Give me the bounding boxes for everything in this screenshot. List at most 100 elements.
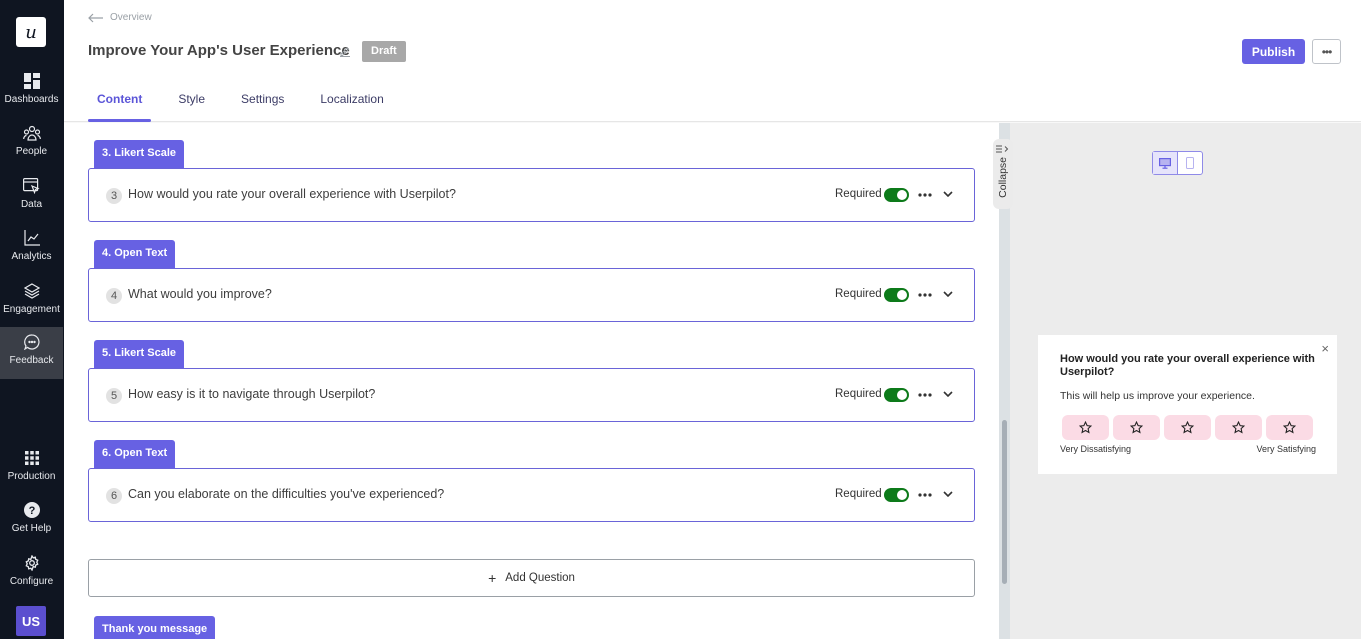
sidebar-item-label: Get Help bbox=[11, 523, 52, 534]
star-rating bbox=[1062, 415, 1317, 440]
required-toggle[interactable] bbox=[884, 288, 909, 302]
content-editor: 3. Likert Scale 3 How would you rate you… bbox=[64, 123, 999, 639]
question-number: 5 bbox=[106, 388, 122, 404]
scrollbar-thumb[interactable] bbox=[1002, 420, 1007, 584]
sidebar-item-label: People bbox=[15, 146, 48, 157]
collapse-preview-button[interactable]: Collapse bbox=[993, 139, 1013, 209]
collapse-label: Collapse bbox=[997, 157, 1009, 198]
star-icon bbox=[1232, 421, 1245, 434]
sidebar-item-label: Production bbox=[7, 471, 56, 482]
sidebar-item-data[interactable]: Data bbox=[0, 171, 63, 223]
back-label: Overview bbox=[110, 12, 152, 23]
edit-title-icon[interactable] bbox=[339, 44, 351, 62]
required-toggle[interactable] bbox=[884, 388, 909, 402]
plus-icon: + bbox=[488, 570, 497, 586]
mobile-view-button[interactable] bbox=[1178, 152, 1202, 174]
app-root: u Dashboards People Data Analytics Engag… bbox=[0, 0, 1361, 639]
star-option-1[interactable] bbox=[1062, 415, 1109, 440]
sidebar-item-label: Engagement bbox=[3, 304, 60, 315]
sidebar-item-label: Feedback bbox=[9, 355, 54, 366]
device-toggle bbox=[1152, 151, 1203, 175]
star-icon bbox=[1181, 421, 1194, 434]
people-icon bbox=[22, 124, 41, 142]
question-more-icon[interactable] bbox=[917, 487, 933, 503]
chevron-down-icon[interactable] bbox=[940, 286, 956, 302]
question-text: How easy is it to navigate through Userp… bbox=[128, 387, 376, 401]
sidebar-item-get-help[interactable]: ? Get Help bbox=[0, 495, 63, 547]
help-icon: ? bbox=[23, 501, 41, 519]
question-card[interactable]: 5 How easy is it to navigate through Use… bbox=[88, 368, 975, 422]
add-question-button[interactable]: + Add Question bbox=[88, 559, 975, 597]
mobile-icon bbox=[1185, 157, 1194, 169]
sidebar-item-label: Configure bbox=[9, 576, 54, 587]
svg-text:?: ? bbox=[28, 505, 35, 517]
question-card[interactable]: 6 Can you elaborate on the difficulties … bbox=[88, 468, 975, 522]
avatar[interactable]: US bbox=[16, 606, 46, 636]
required-label: Required bbox=[835, 288, 882, 300]
back-link[interactable]: Overview bbox=[88, 12, 152, 23]
publish-button[interactable]: Publish bbox=[1242, 39, 1305, 64]
userpilot-logo[interactable]: u bbox=[16, 17, 46, 47]
more-icon: ••• bbox=[1321, 44, 1333, 59]
tab-settings[interactable]: Settings bbox=[232, 84, 293, 122]
question-more-icon[interactable] bbox=[917, 287, 933, 303]
close-icon[interactable]: × bbox=[1321, 341, 1329, 356]
question-card[interactable]: 4 What would you improve? Required bbox=[88, 268, 975, 322]
gear-icon bbox=[23, 554, 41, 572]
chevron-down-icon[interactable] bbox=[940, 486, 956, 502]
chevron-down-icon[interactable] bbox=[940, 386, 956, 402]
question-type-tag: 6. Open Text bbox=[94, 440, 176, 468]
question-more-icon[interactable] bbox=[917, 187, 933, 203]
chat-icon bbox=[23, 333, 41, 351]
star-icon bbox=[1283, 421, 1296, 434]
widget-subtitle: This will help us improve your experienc… bbox=[1060, 390, 1255, 402]
widget-question-title: How would you rate your overall experien… bbox=[1060, 353, 1315, 378]
tab-content[interactable]: Content bbox=[88, 84, 152, 122]
add-question-label: Add Question bbox=[505, 572, 575, 584]
star-option-2[interactable] bbox=[1113, 415, 1160, 440]
data-icon bbox=[23, 177, 41, 195]
dashboard-icon bbox=[23, 72, 41, 90]
question-type-tag: 5. Likert Scale bbox=[94, 340, 184, 368]
star-option-3[interactable] bbox=[1164, 415, 1211, 440]
star-option-5[interactable] bbox=[1266, 415, 1313, 440]
survey-preview-widget: × How would you rate your overall experi… bbox=[1038, 335, 1337, 474]
desktop-view-button[interactable] bbox=[1153, 152, 1178, 174]
sidebar-item-feedback[interactable]: Feedback bbox=[0, 327, 63, 379]
question-card[interactable]: 3 How would you rate your overall experi… bbox=[88, 168, 975, 222]
collapse-icon bbox=[996, 145, 1009, 153]
required-toggle[interactable] bbox=[884, 188, 909, 202]
star-icon bbox=[1130, 421, 1143, 434]
scale-high-label: Very Satisfying bbox=[1256, 444, 1316, 454]
required-label: Required bbox=[835, 388, 882, 400]
question-more-icon[interactable] bbox=[917, 387, 933, 403]
layers-icon bbox=[23, 282, 41, 300]
question-number: 6 bbox=[106, 488, 122, 504]
arrow-left-icon bbox=[88, 13, 103, 22]
required-toggle[interactable] bbox=[884, 488, 909, 502]
tab-style[interactable]: Style bbox=[169, 84, 214, 122]
scale-low-label: Very Dissatisfying bbox=[1060, 444, 1132, 454]
question-number: 3 bbox=[106, 188, 122, 204]
page-title: Improve Your App's User Experience bbox=[88, 42, 350, 59]
sidebar-item-production[interactable]: Production bbox=[0, 443, 63, 495]
sidebar-item-label: Analytics bbox=[11, 251, 52, 262]
analytics-icon bbox=[23, 229, 41, 247]
thank-you-message-tag[interactable]: Thank you message bbox=[94, 616, 216, 639]
question-type-tag: 3. Likert Scale bbox=[94, 140, 184, 168]
sidebar-item-configure[interactable]: Configure bbox=[0, 548, 63, 600]
chevron-down-icon[interactable] bbox=[940, 186, 956, 202]
question-text: How would you rate your overall experien… bbox=[128, 187, 456, 201]
page-header: Overview Improve Your App's User Experie… bbox=[64, 0, 1361, 122]
star-option-4[interactable] bbox=[1215, 415, 1262, 440]
more-options-button[interactable]: ••• bbox=[1312, 39, 1341, 64]
sidebar-item-engagement[interactable]: Engagement bbox=[0, 276, 63, 328]
sidebar-item-people[interactable]: People bbox=[0, 118, 63, 170]
star-icon bbox=[1079, 421, 1092, 434]
required-label: Required bbox=[835, 488, 882, 500]
tab-localization[interactable]: Localization bbox=[311, 84, 392, 122]
grid-icon bbox=[23, 449, 41, 467]
sidebar-item-analytics[interactable]: Analytics bbox=[0, 223, 63, 275]
question-text: What would you improve? bbox=[128, 287, 272, 301]
sidebar-item-dashboards[interactable]: Dashboards bbox=[0, 66, 63, 118]
